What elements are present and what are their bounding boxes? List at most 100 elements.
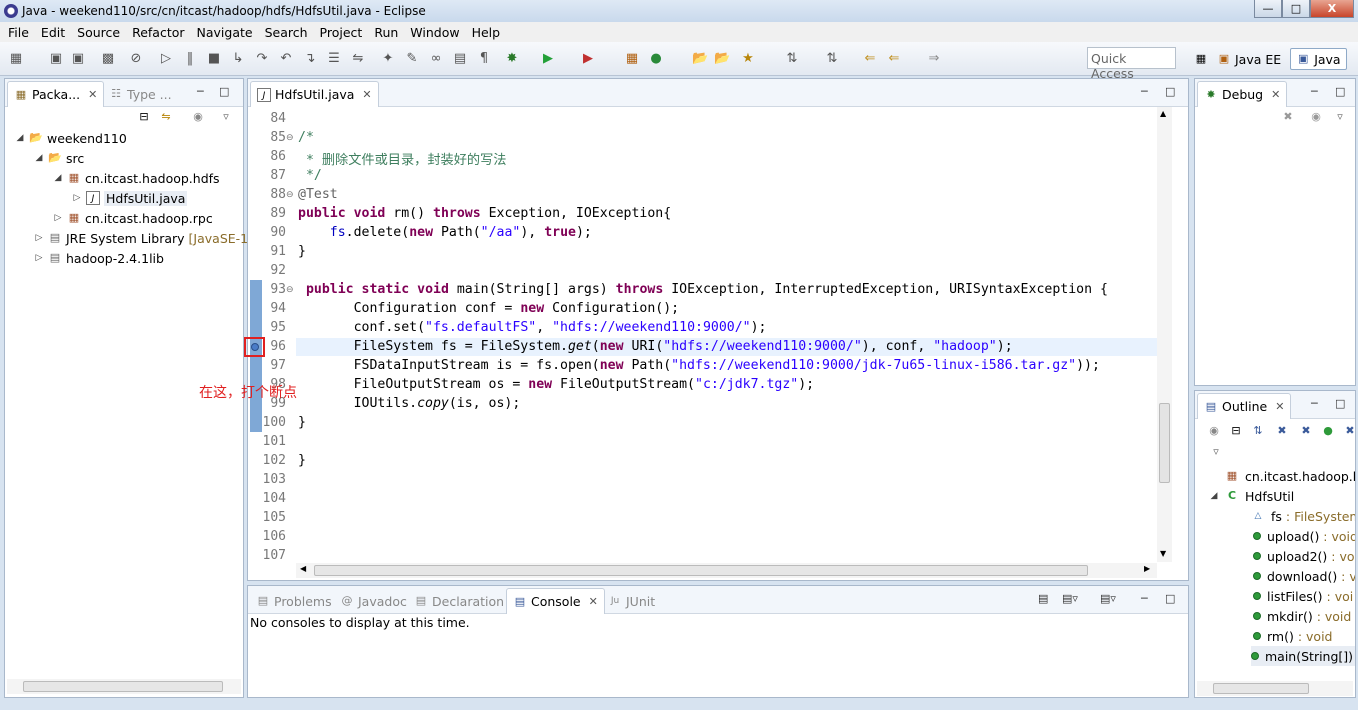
outline-package[interactable]: ▦ cn.itcast.hadoop.h bbox=[1225, 466, 1355, 486]
view-menu-icon[interactable]: ◉ bbox=[191, 110, 205, 124]
outline-member[interactable]: mkdir() : void bbox=[1253, 606, 1351, 626]
print-icon[interactable]: ▩ bbox=[100, 51, 116, 67]
maximize-button[interactable]: □ bbox=[1282, 0, 1310, 18]
outline-member[interactable]: download() : v bbox=[1253, 566, 1355, 586]
menu-navigate[interactable]: Navigate bbox=[191, 25, 259, 40]
minimize-icon[interactable]: ─ bbox=[1311, 397, 1318, 410]
menu-search[interactable]: Search bbox=[259, 25, 314, 40]
terminate-icon[interactable]: ■ bbox=[206, 51, 222, 67]
next-annotation-icon[interactable]: ⇅ bbox=[784, 51, 800, 67]
tab-junit[interactable]: Ju JUnit bbox=[602, 588, 661, 614]
tree-item-package-hdfs[interactable]: ◢ ▦ cn.itcast.hadoop.hdfs bbox=[53, 168, 220, 188]
minimize-button[interactable]: — bbox=[1254, 0, 1282, 18]
expanded-icon[interactable]: ◢ bbox=[34, 153, 44, 163]
last-edit-icon[interactable]: ⇐ bbox=[862, 51, 878, 67]
remove-terminated-icon[interactable]: ✖ bbox=[1281, 110, 1295, 124]
run-external-icon[interactable]: ▶ bbox=[580, 51, 596, 67]
code-line[interactable]: conf.set("fs.defaultFS", "hdfs://weekend… bbox=[298, 320, 767, 335]
suspend-icon[interactable]: ‖ bbox=[182, 51, 198, 67]
scroll-thumb[interactable] bbox=[314, 565, 1088, 576]
outline-member[interactable]: main(String[]) bbox=[1251, 646, 1355, 666]
search-icon[interactable]: ★ bbox=[740, 51, 756, 67]
collapsed-icon[interactable]: ▷ bbox=[72, 193, 82, 203]
tab-declaration[interactable]: ▤ Declaration bbox=[408, 588, 510, 614]
outline-member[interactable]: upload2() : vo bbox=[1253, 546, 1355, 566]
link-icon[interactable]: ∞ bbox=[428, 51, 444, 67]
chevron-down-icon[interactable]: ▿ bbox=[1333, 110, 1347, 124]
breakpoint-icon[interactable] bbox=[251, 343, 259, 351]
scroll-thumb[interactable] bbox=[23, 681, 223, 692]
step-return-icon[interactable]: ↶ bbox=[278, 51, 294, 67]
editor-hscroll[interactable]: ◀ ▶ bbox=[296, 563, 1157, 578]
pencil-icon[interactable]: ✎ bbox=[404, 51, 420, 67]
minimize-icon[interactable]: ─ bbox=[1311, 85, 1318, 98]
step-into-icon[interactable]: ↳ bbox=[230, 51, 246, 67]
minimize-icon[interactable]: ─ bbox=[197, 85, 204, 98]
toggle-icon[interactable]: ▤ bbox=[452, 51, 468, 67]
tab-package-explorer[interactable]: ▦ Packa... ✕ bbox=[7, 81, 105, 107]
code-line[interactable]: } bbox=[298, 415, 306, 430]
fold-icon[interactable]: ⊖ bbox=[286, 133, 294, 143]
new-icon[interactable]: ▦ bbox=[8, 51, 24, 67]
explorer-hscroll[interactable] bbox=[7, 679, 241, 694]
save-icon[interactable]: ▣ bbox=[48, 51, 64, 67]
outline-member[interactable]: listFiles() : voi bbox=[1253, 586, 1353, 606]
collapsed-icon[interactable]: ▷ bbox=[53, 213, 63, 223]
maximize-icon[interactable]: □ bbox=[1165, 85, 1175, 98]
link-with-editor-icon[interactable]: ⇋ bbox=[159, 110, 173, 124]
collapse-all-icon[interactable]: ⊟ bbox=[1229, 424, 1243, 438]
tree-item-hdfsutil[interactable]: ▷ J HdfsUtil.java bbox=[72, 188, 188, 208]
collapse-all-icon[interactable]: ⊟ bbox=[137, 110, 151, 124]
tab-javadoc[interactable]: @ Javadoc bbox=[334, 588, 413, 614]
tree-item-project[interactable]: ◢ 📂 weekend110 bbox=[15, 128, 127, 148]
maximize-icon[interactable]: □ bbox=[1335, 397, 1345, 410]
menu-source[interactable]: Source bbox=[71, 25, 126, 40]
save-all-icon[interactable]: ▣ bbox=[70, 51, 86, 67]
tree-item-package-rpc[interactable]: ▷ ▦ cn.itcast.hadoop.rpc bbox=[53, 208, 213, 228]
tree-item-jre[interactable]: ▷ ▤ JRE System Library [JavaSE-1. bbox=[34, 228, 253, 248]
perspective-java-ee[interactable]: ▣ Java EE bbox=[1212, 48, 1286, 70]
outline-hscroll[interactable] bbox=[1197, 681, 1353, 696]
menu-help[interactable]: Help bbox=[466, 25, 507, 40]
close-icon[interactable]: ✕ bbox=[589, 595, 598, 608]
focus-icon[interactable]: ◉ bbox=[1207, 424, 1221, 438]
scroll-thumb[interactable] bbox=[1213, 683, 1309, 694]
minimize-icon[interactable]: ─ bbox=[1141, 592, 1148, 605]
expanded-icon[interactable]: ◢ bbox=[1209, 491, 1219, 501]
hide-static-icon[interactable]: ✖ bbox=[1299, 424, 1313, 438]
debug-icon[interactable]: ✸ bbox=[504, 51, 520, 67]
code-line[interactable]: * 删除文件或目录，封装好的写法 bbox=[298, 149, 507, 168]
maximize-icon[interactable]: □ bbox=[1165, 592, 1175, 605]
expanded-icon[interactable]: ◢ bbox=[15, 133, 25, 143]
new-console-icon[interactable]: ▤▿ bbox=[1100, 592, 1116, 605]
close-icon[interactable]: ✕ bbox=[362, 88, 371, 101]
expanded-icon[interactable]: ◢ bbox=[53, 173, 63, 183]
back-icon[interactable]: ⇐ bbox=[886, 51, 902, 67]
outline-member[interactable]: △ fs : FileSystem bbox=[1251, 506, 1355, 526]
tab-outline[interactable]: ▤ Outline ✕ bbox=[1197, 393, 1292, 419]
code-line[interactable]: @Test bbox=[298, 187, 338, 202]
open-perspective-icon[interactable]: ▦ bbox=[1194, 52, 1208, 66]
close-icon[interactable]: ✕ bbox=[1275, 400, 1284, 413]
hide-local-icon[interactable]: ✖ bbox=[1343, 424, 1355, 438]
hide-nonpublic-icon[interactable]: ● bbox=[1321, 424, 1335, 438]
open-console-icon[interactable]: ▤ bbox=[1038, 592, 1048, 605]
prev-annotation-icon[interactable]: ⇅ bbox=[824, 51, 840, 67]
code-line[interactable]: FileSystem fs = FileSystem.get(new URI("… bbox=[298, 339, 1013, 354]
tab-hdfsutil-java[interactable]: J HdfsUtil.java ✕ bbox=[250, 81, 379, 107]
open-task-icon[interactable]: ☰ bbox=[326, 51, 342, 67]
minimize-icon[interactable]: ─ bbox=[1141, 85, 1148, 98]
fold-icon[interactable]: ⊖ bbox=[286, 285, 294, 295]
sort-icon[interactable]: ⇅ bbox=[1251, 424, 1265, 438]
code-line[interactable]: Configuration conf = new Configuration()… bbox=[298, 301, 680, 316]
scroll-thumb[interactable] bbox=[1159, 403, 1170, 483]
drop-frame-icon[interactable]: ↴ bbox=[302, 51, 318, 67]
editor-vscroll[interactable]: ▲ ▼ bbox=[1157, 107, 1172, 562]
collapsed-icon[interactable]: ▷ bbox=[34, 233, 44, 243]
perspective-java[interactable]: ▣ Java bbox=[1290, 48, 1347, 70]
menu-run[interactable]: Run bbox=[368, 25, 404, 40]
code-line[interactable]: fs.delete(new Path("/aa"), true); bbox=[298, 225, 592, 240]
hide-fields-icon[interactable]: ✖ bbox=[1275, 424, 1289, 438]
code-line[interactable]: public void rm() throws Exception, IOExc… bbox=[298, 206, 671, 221]
tree-item-src[interactable]: ◢ 📂 src bbox=[34, 148, 85, 168]
